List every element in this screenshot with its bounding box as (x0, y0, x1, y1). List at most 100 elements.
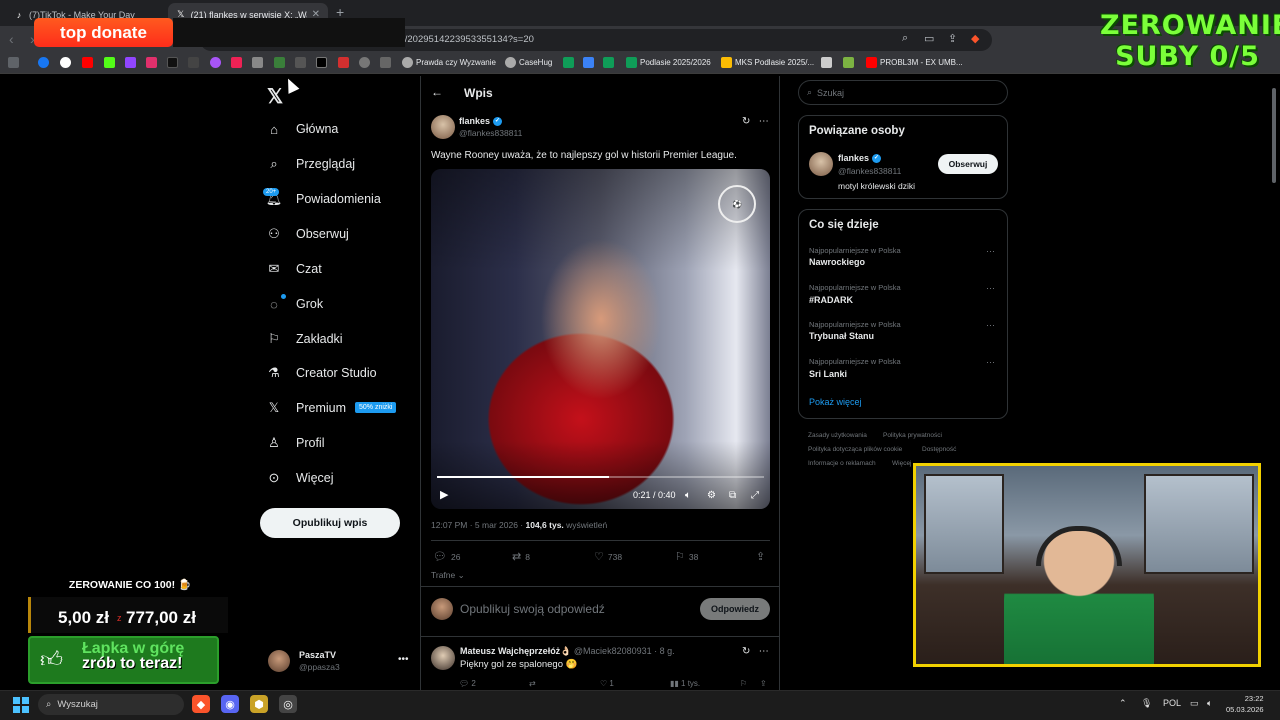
comment-like-count[interactable]: ♡ 1 (600, 679, 614, 688)
grok-explain-icon[interactable]: ↻ (742, 116, 750, 127)
bookmark-probl3m[interactable]: PROBL3M - EX UMB... (880, 58, 963, 67)
google-icon[interactable] (60, 57, 71, 68)
app-icon[interactable]: ⬢ (250, 695, 268, 713)
facebook-icon[interactable] (38, 57, 49, 68)
sheets-icon[interactable] (603, 57, 614, 68)
zoom-icon[interactable]: ⌕ (902, 32, 908, 45)
bookmark-mks-podlasie[interactable]: MKS Podlasie 2025/... (735, 58, 814, 67)
twitch-icon[interactable] (125, 57, 136, 68)
trend-more-icon[interactable]: ⋯ (986, 357, 995, 368)
trend-more-icon[interactable]: ⋯ (986, 246, 995, 257)
microphone-icon[interactable]: 🎙︎ (1141, 698, 1152, 709)
play-icon[interactable]: ▶ (440, 488, 448, 501)
reply-sort-dropdown[interactable]: Trafne ⌄ (431, 570, 465, 581)
footer-link[interactable]: Polityka dotycząca plików cookie (808, 446, 902, 453)
account-menu-icon[interactable]: ••• (398, 654, 409, 665)
nav-creator-studio[interactable]: ⚗ Creator Studio (266, 361, 376, 385)
comment-avatar[interactable] (431, 646, 455, 670)
comment-repost-icon[interactable]: ⇄ (529, 679, 536, 688)
related-name-row[interactable]: flankes ✓ (838, 153, 882, 163)
nav-notifications[interactable]: 🔔︎ Powiadomienia (266, 187, 381, 211)
bookmark-casehug[interactable]: CaseHug (519, 58, 552, 67)
nav-bookmarks[interactable]: ⚐ Zakładki (266, 327, 342, 351)
youtube-icon[interactable] (82, 57, 93, 68)
comment-views[interactable]: ▮▮ 1 tys. (670, 679, 700, 688)
settings-icon[interactable]: ⚙ (707, 490, 716, 501)
comment-share-icon[interactable]: ⇪ (760, 679, 767, 688)
volume-icon[interactable]: 🔈︎ (685, 490, 691, 501)
bookmark-app-icon[interactable] (583, 57, 594, 68)
nav-premium[interactable]: 𝕏 Premium (266, 396, 346, 420)
discord-icon[interactable]: ◉ (221, 695, 239, 713)
author-name-row[interactable]: flankes ✓ (459, 116, 503, 126)
comment-bookmark-icon[interactable]: ⚐ (740, 679, 747, 688)
repost-count[interactable]: ⇄ 8 (512, 550, 530, 563)
instagram-icon[interactable] (146, 57, 157, 68)
tip-icon[interactable] (188, 57, 199, 68)
author-avatar[interactable] (431, 115, 455, 139)
taskbar-search[interactable]: ⌕ Wyszukaj (38, 694, 184, 715)
nav-profile[interactable]: ♙ Profil (266, 431, 324, 455)
apps-icon[interactable] (8, 57, 19, 68)
bookmark-app-icon[interactable] (359, 57, 370, 68)
nav-follow[interactable]: ⚇ Obserwuj (266, 222, 349, 246)
account-avatar[interactable] (268, 650, 290, 672)
footer-link[interactable]: Zasady użytkowania (808, 432, 867, 439)
taskbar-clock[interactable]: 23:22 05.03.2026 (1226, 693, 1264, 715)
page-scrollbar[interactable] (1272, 88, 1276, 183)
bookmark-app-icon[interactable] (274, 57, 285, 68)
pip-icon[interactable]: ⧉ (729, 490, 736, 501)
trend-item[interactable]: #RADARK (809, 295, 853, 305)
trend-item[interactable]: Nawrockiego (809, 257, 865, 267)
threads-icon[interactable] (210, 57, 221, 68)
video-player[interactable]: ⚽ ▶ 0:21 / 0:40 🔈︎ ⚙ ⧉ ⤢ (431, 169, 770, 509)
comment-author[interactable]: Mateusz Wajchęprzełóż👌🏻 (460, 646, 571, 656)
bookmark-count[interactable]: ⚐ 38 (675, 550, 698, 563)
bookmark-app-icon[interactable] (380, 57, 391, 68)
footer-link[interactable]: Więcej (892, 460, 912, 467)
back-arrow-icon[interactable]: ← (431, 85, 443, 99)
comment-reply-count[interactable]: 💬︎ 2 (459, 679, 476, 688)
reply-button[interactable]: Odpowiedz (700, 598, 770, 620)
tiktok-bookmark-icon[interactable] (167, 57, 178, 68)
kick-icon[interactable] (104, 57, 115, 68)
trend-item[interactable]: Trybunał Stanu (809, 331, 874, 341)
reply-input[interactable]: Opublikuj swoją odpowiedź (460, 602, 605, 616)
nav-chat[interactable]: ✉ Czat (266, 257, 322, 281)
tray-chevron-icon[interactable]: ⌃ (1119, 698, 1127, 709)
trend-more-icon[interactable]: ⋯ (986, 320, 995, 331)
share-post[interactable]: ⇪ (756, 550, 765, 563)
obs-icon[interactable]: ◎ (279, 695, 297, 713)
related-avatar[interactable] (809, 152, 833, 176)
footer-link[interactable]: Dostępność (922, 446, 956, 453)
input-language[interactable]: POL (1163, 698, 1181, 708)
fullscreen-icon[interactable]: ⤢ (751, 490, 759, 501)
brave-browser-icon[interactable]: ◆ (192, 695, 210, 713)
nav-grok[interactable]: ◌ Grok (266, 292, 323, 316)
more-options-icon[interactable]: ⋯ (759, 116, 769, 127)
publish-post-button[interactable]: Opublikuj wpis (260, 508, 400, 538)
bookmark-prawda[interactable]: Prawda czy Wyzwanie (416, 58, 496, 67)
more-options-icon[interactable]: ⋯ (759, 646, 769, 657)
network-icon[interactable]: ▭ (1190, 698, 1199, 709)
bookmark-app-icon[interactable] (231, 57, 242, 68)
windows-start-icon[interactable] (13, 697, 29, 713)
nav-home[interactable]: ⌂ Główna (266, 117, 338, 141)
trend-item[interactable]: Sri Lanki (809, 369, 847, 379)
share-icon[interactable]: ⇪ (948, 32, 957, 45)
brave-shield-icon[interactable]: ◆ (971, 32, 979, 45)
trend-more-icon[interactable]: ⋯ (986, 283, 995, 294)
footer-link[interactable]: Informacje o reklamach (808, 460, 876, 467)
reply-count[interactable]: 💬︎ 26 (433, 550, 460, 563)
show-more-link[interactable]: Pokaż więcej (809, 397, 862, 407)
bookmark-podlasie[interactable]: Podlasie 2025/2026 (640, 58, 711, 67)
bookmark-app-icon[interactable] (821, 57, 832, 68)
volume-icon[interactable]: 🔈︎ (1207, 698, 1212, 709)
follow-button[interactable]: Obserwuj (938, 154, 998, 174)
bookmark-app-icon[interactable] (338, 57, 349, 68)
cast-icon[interactable]: ▭ (924, 32, 934, 45)
footer-link[interactable]: Polityka prywatności (883, 432, 942, 439)
x-logo-icon[interactable]: 𝕏 (267, 84, 283, 109)
bookmark-app-icon[interactable] (295, 57, 306, 68)
search-input[interactable]: ⌕ Szukaj (798, 80, 1008, 105)
